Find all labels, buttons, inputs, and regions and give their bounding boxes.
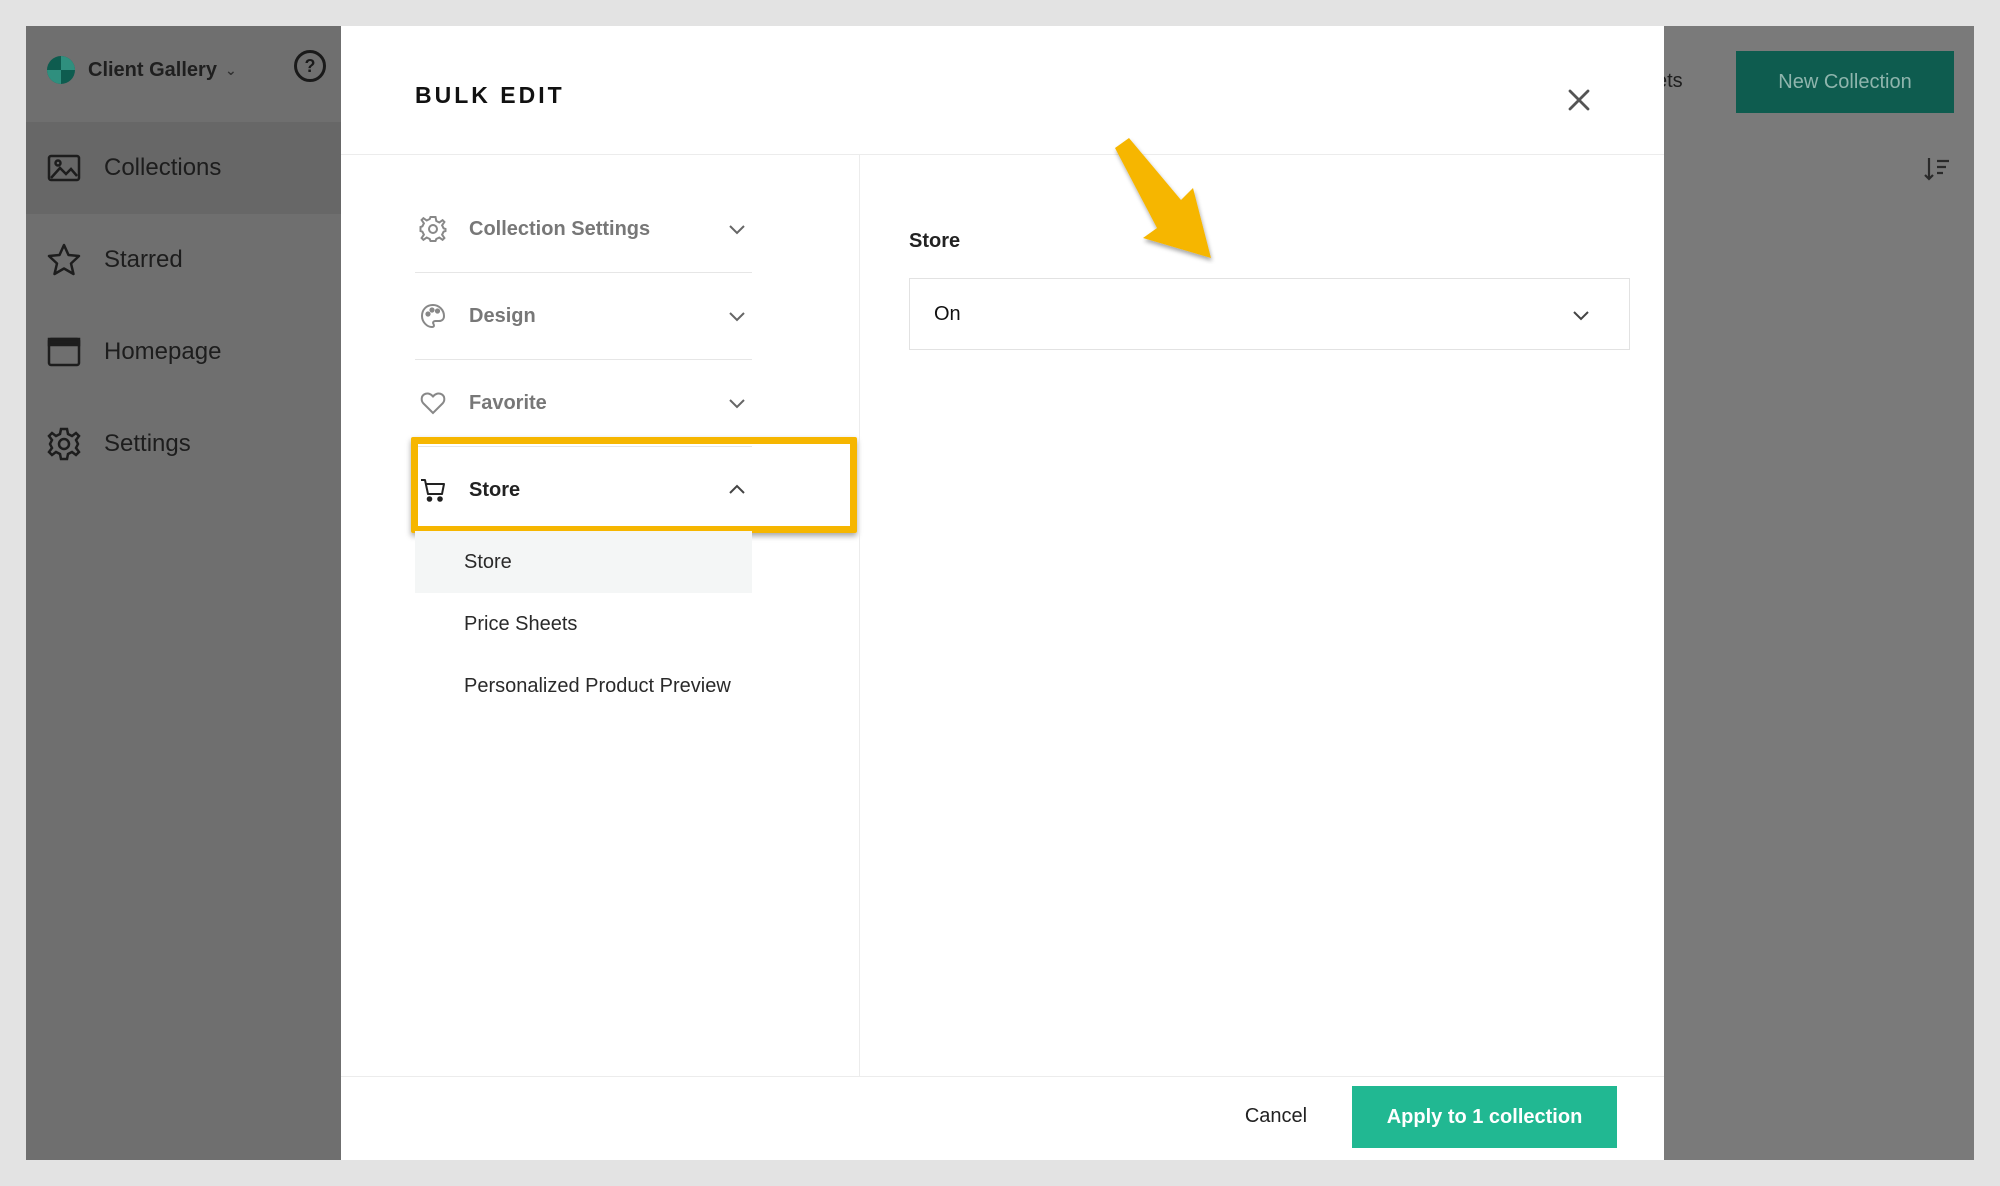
chevron-down-icon [729, 225, 745, 235]
sidebar-item-homepage[interactable]: Homepage [26, 306, 341, 398]
chevron-down-icon [729, 399, 745, 409]
apply-button[interactable]: Apply to 1 collection [1352, 1086, 1617, 1148]
store-field-label: Store [909, 230, 961, 252]
chevron-down-icon: ⌄ [224, 61, 237, 78]
star-icon [47, 243, 81, 276]
sort-icon[interactable] [1922, 154, 1952, 184]
sidebar-item-starred[interactable]: Starred [26, 214, 341, 306]
submenu-item-personalized-product-preview[interactable]: Personalized Product Preview [415, 655, 752, 717]
panel-divider [859, 154, 860, 1076]
brand-logo-icon [47, 56, 75, 84]
store-submenu: Store Price Sheets Personalized Product … [415, 531, 752, 717]
chevron-down-icon [1573, 311, 1589, 321]
close-button[interactable] [1561, 82, 1597, 118]
highlight-box-annotation [411, 437, 857, 533]
help-icon[interactable]: ? [294, 50, 326, 82]
submenu-item-price-sheets[interactable]: Price Sheets [415, 593, 752, 655]
menu-item-collection-settings[interactable]: Collection Settings [415, 186, 752, 273]
menu-item-label: Collection Settings [469, 217, 651, 240]
brand-switcher[interactable]: Client Gallery ⌄ [46, 50, 237, 90]
gear-icon [419, 216, 447, 242]
menu-item-favorite[interactable]: Favorite [415, 360, 752, 447]
brand-name: Client Gallery [88, 58, 217, 81]
browser-window-icon [47, 337, 81, 367]
submenu-item-store[interactable]: Store [415, 531, 752, 593]
heart-icon [420, 392, 446, 415]
arrow-annotation-icon [1115, 138, 1211, 258]
cancel-button[interactable]: Cancel [1221, 1086, 1331, 1146]
close-icon [1568, 89, 1590, 111]
sidebar-item-label: Collections [104, 154, 222, 181]
chevron-down-icon [729, 312, 745, 322]
app-frame: Client Gallery ⌄ ? Collections Starred H… [26, 26, 1974, 1160]
store-select-value: On [934, 302, 961, 325]
sidebar-item-label: Starred [104, 246, 183, 273]
modal-title: BULK EDIT [415, 82, 565, 108]
bulk-edit-modal: BULK EDIT Collection Settings Design Fav… [341, 26, 1664, 1160]
image-folder-icon [47, 154, 81, 182]
sidebar-item-collections[interactable]: Collections [26, 122, 341, 214]
palette-icon [420, 303, 446, 329]
new-collection-button[interactable]: New Collection [1736, 51, 1954, 113]
menu-item-design[interactable]: Design [415, 273, 752, 360]
modal-header: BULK EDIT [341, 26, 1664, 155]
gear-icon [47, 427, 81, 461]
sidebar-item-label: Settings [104, 430, 191, 457]
sidebar-item-label: Homepage [104, 338, 222, 365]
sidebar-item-settings[interactable]: Settings [26, 398, 341, 490]
menu-item-label: Design [469, 304, 536, 327]
sidebar: Client Gallery ⌄ ? Collections Starred H… [26, 26, 341, 1160]
menu-item-label: Favorite [469, 391, 547, 414]
store-select[interactable]: On [909, 278, 1630, 350]
